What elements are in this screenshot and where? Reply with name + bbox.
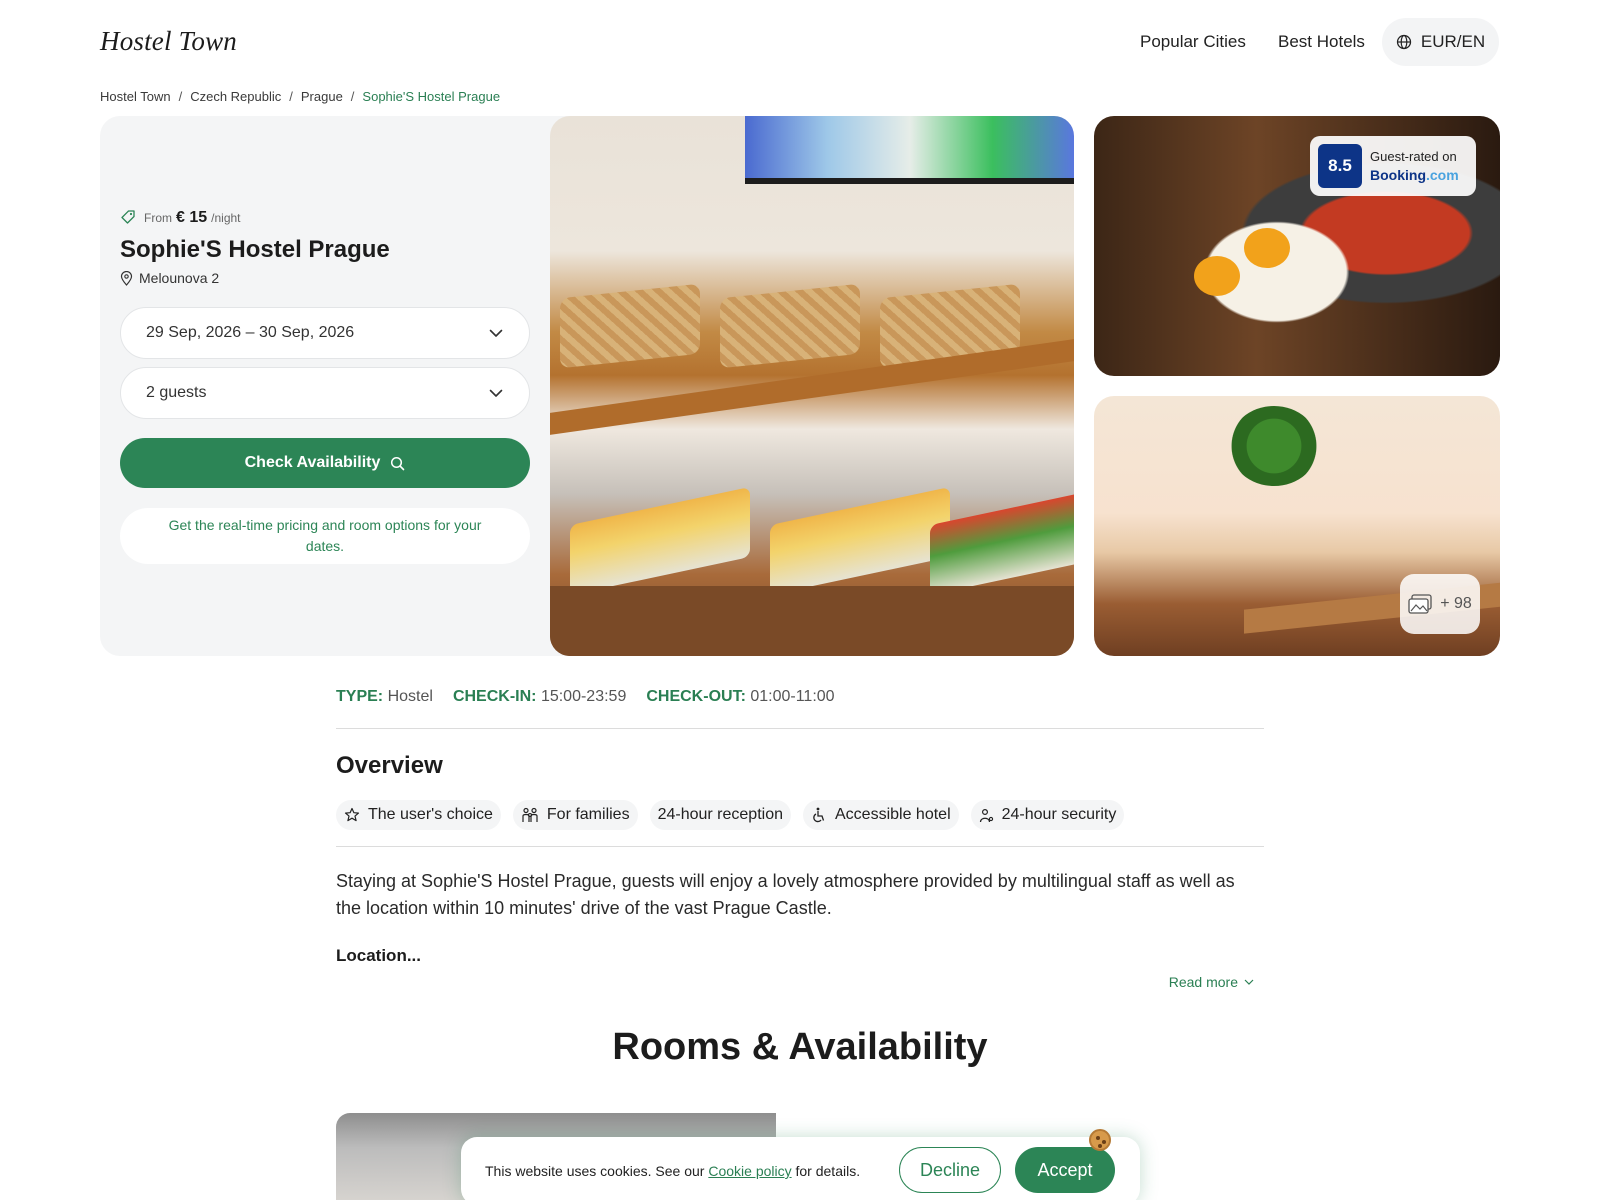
decline-cookies-button[interactable]: Decline bbox=[899, 1147, 1001, 1193]
currency-language-button[interactable]: EUR/EN bbox=[1382, 18, 1499, 66]
location-label: Location... bbox=[336, 946, 421, 965]
guests-select[interactable]: 2 guests bbox=[120, 367, 530, 419]
date-range-value: 29 Sep, 2026 – 30 Sep, 2026 bbox=[146, 324, 355, 341]
gallery-icon bbox=[1408, 594, 1432, 614]
breadcrumb: Hostel Town / Czech Republic / Prague / … bbox=[100, 89, 500, 104]
breadcrumb-current: Sophie'S Hostel Prague bbox=[362, 89, 501, 104]
price-tag-icon bbox=[121, 210, 135, 224]
rating-label: Guest-rated on bbox=[1370, 149, 1457, 164]
star-icon bbox=[344, 807, 360, 822]
gallery-main-photo[interactable] bbox=[550, 116, 1074, 656]
cookie-policy-link[interactable]: Cookie policy bbox=[708, 1163, 791, 1179]
cookie-icon bbox=[1089, 1129, 1111, 1151]
site-logo[interactable]: Hostel Town bbox=[100, 26, 237, 57]
gallery-photo-dining[interactable]: + 98 bbox=[1094, 396, 1500, 656]
location-pin-icon bbox=[120, 270, 133, 286]
more-photos-count: + 98 bbox=[1440, 595, 1472, 612]
hotel-address: Melounova 2 bbox=[120, 270, 219, 286]
booking-panel: From € 15 /night Sophie'S Hostel Prague … bbox=[100, 116, 570, 656]
check-availability-button[interactable]: Check Availability bbox=[120, 438, 530, 488]
accept-cookies-button[interactable]: Accept bbox=[1015, 1147, 1115, 1193]
breadcrumb-city[interactable]: Prague bbox=[301, 89, 343, 104]
family-icon bbox=[522, 807, 538, 822]
pricing-note: Get the real-time pricing and room optio… bbox=[120, 508, 530, 564]
fact-type: TYPE: Hostel bbox=[336, 688, 433, 705]
chip-24h-reception: 24-hour reception bbox=[649, 800, 791, 830]
price-line: From € 15 /night bbox=[120, 206, 241, 227]
amenity-chips: The user's choice For families 24-hour r… bbox=[336, 800, 1125, 830]
cookie-message: This website uses cookies. See our Cooki… bbox=[485, 1163, 861, 1179]
hotel-hero: From € 15 /night Sophie'S Hostel Prague … bbox=[100, 116, 1500, 656]
rating-score: 8.5 bbox=[1318, 144, 1362, 188]
hotel-description: Staying at Sophie'S Hostel Prague, guest… bbox=[336, 871, 1235, 918]
chip-for-families: For families bbox=[512, 800, 638, 830]
more-photos-button[interactable]: + 98 bbox=[1400, 574, 1480, 634]
check-availability-label: Check Availability bbox=[244, 454, 381, 471]
breadcrumb-separator: / bbox=[350, 89, 355, 104]
chevron-down-icon bbox=[1244, 979, 1254, 985]
chevron-down-icon bbox=[489, 389, 503, 397]
price-value: € 15 bbox=[176, 209, 208, 226]
fact-check-out: CHECK-OUT: 01:00-11:00 bbox=[646, 688, 835, 705]
breadcrumb-country[interactable]: Czech Republic bbox=[190, 89, 281, 104]
globe-icon bbox=[1396, 34, 1412, 50]
breadcrumb-home[interactable]: Hostel Town bbox=[100, 89, 171, 104]
hotel-address-text: Melounova 2 bbox=[139, 270, 220, 286]
breadcrumb-separator: / bbox=[289, 89, 293, 104]
overview-title: Overview bbox=[336, 752, 443, 779]
hotel-facts: TYPE: Hostel CHECK-IN: 15:00-23:59 CHECK… bbox=[336, 688, 835, 706]
divider bbox=[336, 846, 1264, 847]
booking-rating-badge: 8.5 Guest-rated on Booking.com bbox=[1310, 136, 1476, 196]
nav-best-hotels[interactable]: Best Hotels bbox=[1278, 32, 1365, 52]
nav-popular-cities[interactable]: Popular Cities bbox=[1140, 32, 1246, 52]
rooms-section-title: Rooms & Availability bbox=[612, 1026, 988, 1068]
guests-value: 2 guests bbox=[146, 384, 207, 401]
chip-users-choice: The user's choice bbox=[336, 800, 501, 830]
accessible-icon bbox=[813, 807, 825, 823]
currency-language-label: EUR/EN bbox=[1420, 32, 1486, 51]
chevron-down-icon bbox=[489, 329, 503, 337]
gallery-photo-breakfast[interactable]: 8.5 Guest-rated on Booking.com bbox=[1094, 116, 1500, 376]
breadcrumb-separator: / bbox=[178, 89, 183, 104]
read-more-link[interactable]: Read more bbox=[1169, 974, 1254, 990]
search-icon bbox=[391, 456, 405, 470]
site-header: Hostel Town Popular Cities Best Hotels E… bbox=[0, 0, 1600, 84]
date-range-select[interactable]: 29 Sep, 2026 – 30 Sep, 2026 bbox=[120, 307, 530, 359]
divider bbox=[336, 728, 1264, 729]
price-unit: /night bbox=[211, 211, 241, 225]
price-from-label: From bbox=[144, 211, 172, 225]
chip-24h-security: 24-hour security bbox=[970, 800, 1125, 830]
booking-logo: Booking.com bbox=[1370, 167, 1459, 183]
fact-check-in: CHECK-IN: 15:00-23:59 bbox=[452, 688, 627, 705]
hotel-name: Sophie'S Hostel Prague bbox=[120, 236, 390, 263]
cookie-banner: This website uses cookies. See our Cooki… bbox=[461, 1129, 1140, 1200]
security-icon bbox=[979, 808, 993, 822]
chip-accessible-hotel: Accessible hotel bbox=[803, 800, 959, 830]
